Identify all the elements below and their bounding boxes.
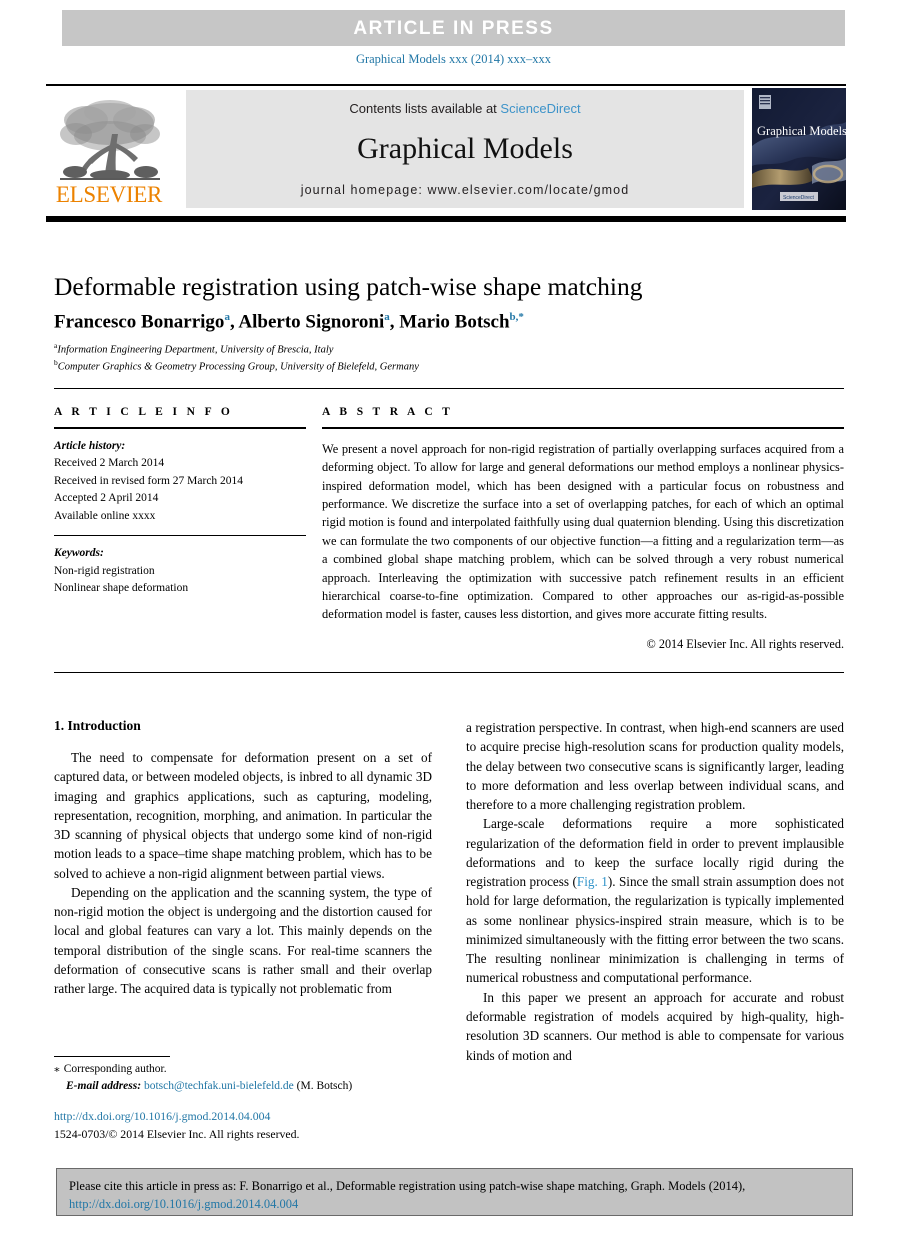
abstract-text: We present a novel approach for non-rigi… xyxy=(322,442,844,622)
author-3-affil-mark: b,* xyxy=(509,311,524,323)
journal-homepage-link[interactable]: journal homepage: www.elsevier.com/locat… xyxy=(186,183,744,197)
footnote-divider xyxy=(54,1056,170,1057)
contents-prefix: Contents lists available at xyxy=(349,101,501,116)
info-section-top-rule xyxy=(54,388,844,389)
svg-text:ScienceDirect: ScienceDirect xyxy=(783,195,814,201)
journal-reference: Graphical Models xxx (2014) xxx–xxx xyxy=(355,52,552,66)
sciencedirect-link[interactable]: ScienceDirect xyxy=(500,101,580,116)
email-owner: (M. Botsch) xyxy=(296,1080,353,1093)
article-in-press-label: ARTICLE IN PRESS xyxy=(353,18,554,39)
body-paragraph: Depending on the application and the sca… xyxy=(54,884,432,997)
doi-link[interactable]: http://dx.doi.org/10.1016/j.gmod.2014.04… xyxy=(54,1108,454,1126)
article-history-label: Article history: xyxy=(54,440,126,452)
asterisk-icon: ⁎ xyxy=(54,1063,60,1075)
abstract-heading: A B S T R A C T xyxy=(322,406,454,418)
author-2: Alberto Signoroni xyxy=(238,311,385,333)
author-3: Mario Botsch xyxy=(399,311,510,333)
author-list: Francesco Bonarrigoa, Alberto Signoronia… xyxy=(54,311,844,333)
masthead-panel: Contents lists available at ScienceDirec… xyxy=(186,90,744,208)
email-address-label: E-mail address: xyxy=(66,1080,142,1093)
masthead-bottom-rule xyxy=(46,216,846,222)
keywords-label: Keywords: xyxy=(54,547,104,560)
citation-text: Please cite this article in press as: F.… xyxy=(69,1179,746,1193)
article-in-press-banner: ARTICLE IN PRESS xyxy=(62,10,845,46)
author-1: Francesco Bonarrigo xyxy=(54,311,225,333)
email-note: E-mail address: botsch@techfak.uni-biele… xyxy=(54,1078,434,1095)
corresponding-author-note: ⁎ Corresponding author. xyxy=(54,1061,434,1078)
corresponding-author-label: Corresponding author. xyxy=(63,1063,167,1075)
masthead-top-rule xyxy=(46,84,846,86)
paragraph-text-cont: ). Since the small strain assumption doe… xyxy=(466,874,845,986)
abstract-rule xyxy=(322,427,844,429)
abstract-bottom-rule xyxy=(54,672,844,673)
history-online: Available online xxxx xyxy=(54,509,156,522)
body-right-column: a registration perspective. In contrast,… xyxy=(466,718,844,1065)
history-accepted: Accepted 2 April 2014 xyxy=(54,492,159,505)
article-info-heading: A R T I C L E I N F O xyxy=(54,406,234,418)
body-paragraph: In this paper we present an approach for… xyxy=(466,988,844,1065)
contents-available-line: Contents lists available at ScienceDirec… xyxy=(186,101,744,116)
abstract-column: A B S T R A C T We present a novel appro… xyxy=(322,406,844,652)
section-heading-introduction: 1. Introduction xyxy=(54,718,141,733)
paragraph-text: a registration perspective. In contrast,… xyxy=(466,720,844,813)
history-revised: Received in revised form 27 March 2014 xyxy=(54,474,244,487)
keywords-divider xyxy=(54,535,306,537)
svg-text:Graphical Models: Graphical Models xyxy=(757,124,846,138)
article-info-column: A R T I C L E I N F O Article history: R… xyxy=(54,406,306,598)
affiliation-b: bComputer Graphics & Geometry Processing… xyxy=(54,358,844,375)
abstract-copyright: © 2014 Elsevier Inc. All rights reserved… xyxy=(646,636,844,651)
article-history-group: Article history: Received 2 March 2014 R… xyxy=(54,438,306,525)
body-paragraph: The need to compensate for deformation p… xyxy=(54,750,432,881)
footnote-block: ⁎ Corresponding author. E-mail address: b… xyxy=(54,1061,434,1096)
elsevier-wordmark: ELSEVIER xyxy=(55,182,163,207)
affiliation-list: aInformation Engineering Department, Uni… xyxy=(54,341,844,374)
citation-text-wrapper: Please cite this article in press as: F.… xyxy=(69,1177,844,1213)
issn-copyright-line: 1524-0703/© 2014 Elsevier Inc. All right… xyxy=(54,1126,300,1141)
affiliation-a: aInformation Engineering Department, Uni… xyxy=(54,341,844,358)
journal-cover-thumbnail: Graphical Models ScienceDirect xyxy=(752,88,846,210)
affiliation-b-text: Computer Graphics & Geometry Processing … xyxy=(57,361,419,373)
citation-doi-link[interactable]: http://dx.doi.org/10.1016/j.gmod.2014.04… xyxy=(69,1197,298,1211)
affiliation-a-text: Information Engineering Department, Univ… xyxy=(57,344,334,356)
paragraph-text: In this paper we present an approach for… xyxy=(466,989,844,1063)
body-left-column: 1. Introduction The need to compensate f… xyxy=(54,718,432,998)
article-first-page: ARTICLE IN PRESS Graphical Models xxx (2… xyxy=(0,0,907,1238)
keywords-group: Keywords: Non-rigid registration Nonline… xyxy=(54,545,306,597)
page-title: Deformable registration using patch-wise… xyxy=(54,272,643,301)
article-info-rule xyxy=(54,427,306,429)
journal-title: Graphical Models xyxy=(357,132,573,165)
author-sep-2: , xyxy=(389,311,400,333)
history-received: Received 2 March 2014 xyxy=(54,457,165,470)
email-link[interactable]: botsch@techfak.uni-bielefeld.de xyxy=(144,1080,294,1092)
keyword-1: Non-rigid registration xyxy=(54,564,155,577)
keyword-2: Nonlinear shape deformation xyxy=(54,582,189,595)
journal-cover-art: Graphical Models ScienceDirect xyxy=(752,88,846,210)
body-paragraph: a registration perspective. In contrast,… xyxy=(466,718,844,814)
doi-block: http://dx.doi.org/10.1016/j.gmod.2014.04… xyxy=(54,1108,454,1143)
citation-box: Please cite this article in press as: F.… xyxy=(56,1168,853,1216)
masthead: ELSEVIER Contents lists available at Sci… xyxy=(46,88,846,210)
figure-reference-link[interactable]: Fig. 1 xyxy=(577,874,608,889)
elsevier-logo: ELSEVIER xyxy=(50,90,168,208)
body-paragraph: Large-scale deformations require a more … xyxy=(466,814,844,987)
